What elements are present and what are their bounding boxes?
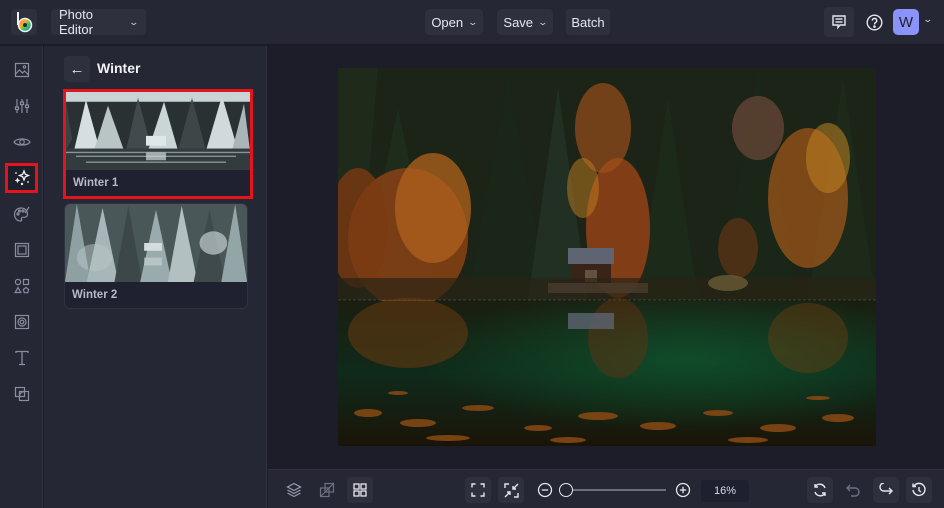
sidebar-item-touch-up[interactable] <box>5 127 38 157</box>
grid-icon <box>353 483 367 497</box>
palette-icon <box>13 206 30 222</box>
zoom-in-icon <box>675 482 691 498</box>
app-menu-label: Photo Editor <box>59 7 93 37</box>
compare-icon <box>319 482 335 498</box>
chevron-down-icon: ⌄ <box>537 16 549 27</box>
zoom-slider-handle[interactable] <box>559 483 573 497</box>
frame-icon <box>14 242 29 258</box>
sidebar-item-image-manager[interactable] <box>5 55 38 85</box>
rotate-button[interactable] <box>807 477 833 503</box>
effects-panel: ← Winter Winter 1 Winter 2 <box>44 46 267 508</box>
winter-2-thumbnail <box>65 204 247 282</box>
sidebar-item-artsy[interactable] <box>5 199 38 229</box>
eye-icon <box>12 138 31 146</box>
sidebar-item-edit[interactable] <box>5 91 38 121</box>
open-label: Open <box>431 14 464 30</box>
batch-button[interactable]: Batch <box>566 9 610 35</box>
tool-sidebar <box>0 46 43 508</box>
batch-label: Batch <box>571 14 605 30</box>
top-bar: Photo Editor ⌄ Open ⌄ Save ⌄ Batch W ⌄ <box>0 0 944 45</box>
fit-to-screen-button[interactable] <box>465 477 491 503</box>
open-button[interactable]: Open ⌄ <box>425 9 483 35</box>
help-button[interactable] <box>860 9 888 35</box>
chevron-down-icon: ⌄ <box>467 16 479 27</box>
history-icon <box>912 482 926 496</box>
befunky-logo-icon <box>17 12 33 33</box>
effect-card-winter-1[interactable]: Winter 1 <box>63 89 253 199</box>
save-label: Save <box>503 14 534 30</box>
grid-view-button[interactable] <box>347 477 373 503</box>
photo-canvas[interactable] <box>338 68 876 446</box>
sidebar-item-text[interactable] <box>5 343 38 373</box>
refresh-icon <box>814 483 826 497</box>
undo-button[interactable] <box>840 477 866 503</box>
actual-size-button[interactable] <box>498 477 524 503</box>
zoom-level-input[interactable]: 16% <box>701 480 749 502</box>
shrink-icon <box>503 482 519 498</box>
effect-label: Winter 1 <box>73 177 119 189</box>
zoom-in-button[interactable] <box>670 477 696 503</box>
expand-icon <box>471 483 485 497</box>
sidebar-item-effects[interactable] <box>5 163 38 193</box>
zoom-slider-track[interactable] <box>561 489 666 491</box>
logo-button[interactable] <box>11 9 37 35</box>
comment-button[interactable] <box>824 7 854 37</box>
redo-button[interactable] <box>873 477 899 503</box>
layers-button[interactable] <box>281 477 307 503</box>
zoom-out-button[interactable] <box>532 477 558 503</box>
overlay-icon <box>14 314 29 330</box>
save-button[interactable]: Save ⌄ <box>497 9 553 35</box>
help-icon <box>865 13 883 31</box>
compare-button[interactable] <box>314 477 340 503</box>
account-chevron-down-icon[interactable]: ⌄ <box>922 14 933 25</box>
bottom-bar: 16% <box>268 469 944 508</box>
arrow-left-icon: ← <box>69 60 85 78</box>
winter-1-thumbnail <box>66 92 250 170</box>
shapes-icon <box>13 278 29 294</box>
sidebar-item-frames[interactable] <box>5 235 38 265</box>
text-icon <box>14 350 29 366</box>
sidebar-item-graphics[interactable] <box>5 271 38 301</box>
texture-icon <box>14 386 29 402</box>
sidebar-item-overlays[interactable] <box>5 307 38 337</box>
layers-icon <box>286 482 302 498</box>
effect-card-winter-2[interactable]: Winter 2 <box>64 203 248 309</box>
user-avatar[interactable]: W <box>893 9 919 35</box>
sliders-icon <box>14 99 29 113</box>
sparkles-icon <box>14 169 30 186</box>
canvas-area <box>268 46 944 469</box>
app-menu-dropdown[interactable]: Photo Editor ⌄ <box>51 7 146 37</box>
history-button[interactable] <box>906 477 932 503</box>
comment-icon <box>832 15 846 30</box>
image-icon <box>14 62 29 78</box>
undo-icon <box>846 484 860 497</box>
avatar-initial: W <box>898 13 914 31</box>
panel-title: Winter <box>97 60 141 76</box>
effect-label: Winter 2 <box>72 289 118 301</box>
chevron-down-icon: ⌄ <box>128 16 140 27</box>
zoom-out-icon <box>537 482 553 498</box>
sidebar-item-textures[interactable] <box>5 379 38 409</box>
back-button[interactable]: ← <box>64 56 90 82</box>
redo-icon <box>879 483 893 495</box>
